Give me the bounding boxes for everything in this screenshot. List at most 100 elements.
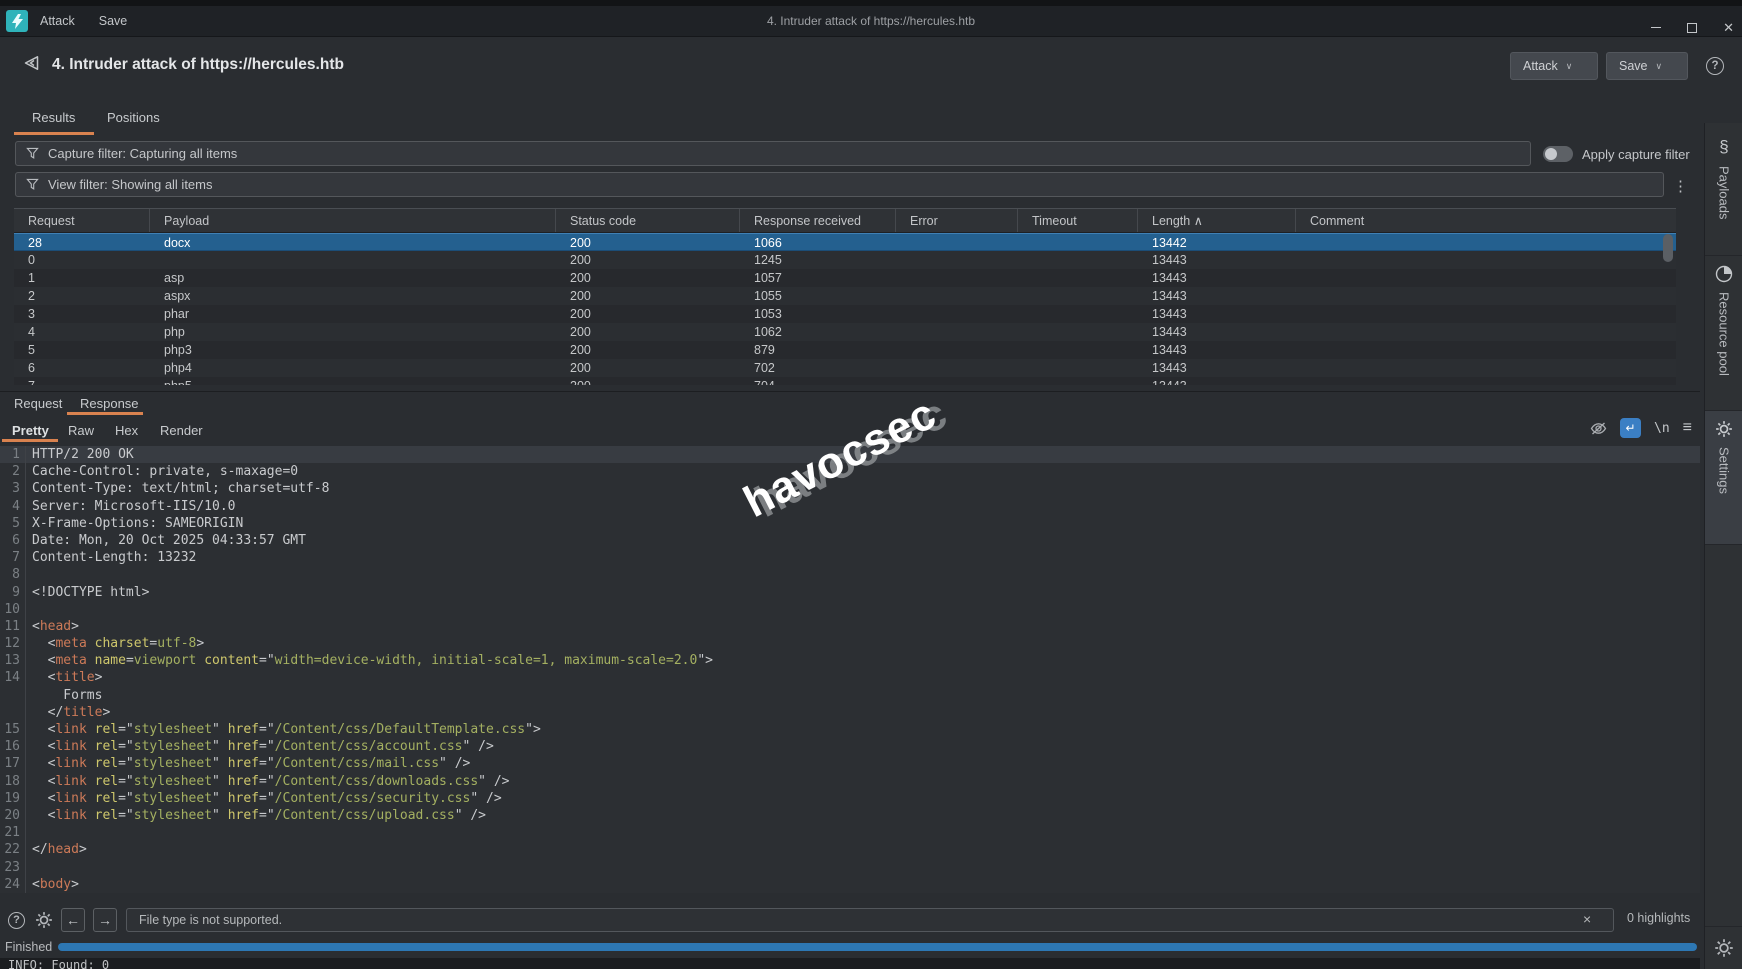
word-wrap-icon[interactable]: ↵	[1620, 418, 1641, 438]
table-row[interactable]: 2aspx200105513443	[14, 287, 1676, 305]
results-table: RequestPayloadStatus codeResponse receiv…	[14, 208, 1676, 385]
code-line: 20 <link rel="stylesheet" href="/Content…	[0, 807, 1700, 824]
help-icon[interactable]: ?	[1706, 57, 1724, 75]
code-line: 24<body>	[0, 876, 1700, 893]
tab-raw[interactable]: Raw	[68, 423, 94, 438]
save-button[interactable]: Save ∨	[1606, 52, 1688, 80]
cell-request: 6	[14, 359, 150, 377]
table-row[interactable]: 1asp200105713443	[14, 269, 1676, 287]
line-number: 2	[0, 463, 26, 480]
column-header-response-received[interactable]: Response received	[740, 209, 896, 232]
line-number: 16	[0, 738, 26, 755]
tab-hex[interactable]: Hex	[115, 423, 138, 438]
line-number: 19	[0, 790, 26, 807]
table-row[interactable]: 6php420070213443	[14, 359, 1676, 377]
cell-comment	[1296, 377, 1672, 385]
tab-response[interactable]: Response	[80, 396, 139, 411]
line-number: 8	[0, 566, 26, 583]
line-number: 11	[0, 618, 26, 635]
code-line: 4Server: Microsoft-IIS/10.0	[0, 498, 1700, 515]
divider	[1705, 926, 1742, 927]
code-line: 22</head>	[0, 841, 1700, 858]
sidebar-tab-label: Settings	[1717, 447, 1732, 494]
cell-error	[896, 305, 1018, 323]
attack-button[interactable]: Attack ∨	[1510, 52, 1598, 80]
prev-match-button[interactable]: ←	[61, 908, 85, 932]
cell-request: 28	[14, 234, 150, 250]
progress-bar	[58, 943, 1697, 951]
newline-icon[interactable]: \n	[1654, 421, 1670, 436]
search-settings-gear-icon[interactable]	[35, 911, 53, 929]
table-row[interactable]: 3phar200105313443	[14, 305, 1676, 323]
close-icon[interactable]: ✕	[1723, 21, 1734, 34]
tab-positions[interactable]: Positions	[107, 110, 160, 125]
results-table-header: RequestPayloadStatus codeResponse receiv…	[14, 209, 1676, 233]
column-header-error[interactable]: Error	[896, 209, 1018, 232]
cell-length: 13443	[1138, 269, 1296, 287]
response-code-area[interactable]: 1HTTP/2 200 OK2Cache-Control: private, s…	[0, 446, 1700, 893]
kebab-menu-icon[interactable]: ⋮	[1673, 177, 1688, 195]
table-scrollbar[interactable]	[1663, 234, 1673, 262]
menu-save[interactable]: Save	[87, 6, 140, 37]
active-tab-underline	[2, 439, 58, 442]
cell-payload: php	[150, 323, 556, 341]
sidebar-tab-label: Payloads	[1717, 166, 1732, 219]
hide-eye-icon[interactable]	[1590, 421, 1607, 436]
table-row[interactable]: 5php320087913443	[14, 341, 1676, 359]
next-match-button[interactable]: →	[93, 908, 117, 932]
code-line: 13 <meta name=viewport content="width=de…	[0, 652, 1700, 669]
status-label: Finished	[5, 940, 52, 954]
cell-error	[896, 377, 1018, 385]
cell-length: 13443	[1138, 377, 1296, 385]
capture-filter-bar[interactable]: Capture filter: Capturing all items	[15, 141, 1531, 166]
code-line: 7Content-Length: 13232	[0, 549, 1700, 566]
settings-gear-icon[interactable]	[1714, 938, 1734, 958]
column-header-status-code[interactable]: Status code	[556, 209, 740, 232]
line-number: 6	[0, 532, 26, 549]
clear-search-icon[interactable]: ×	[1583, 911, 1591, 927]
table-row[interactable]: 4php200106213443	[14, 323, 1676, 341]
column-header-length[interactable]: Length ∧	[1138, 209, 1296, 232]
code-line: 17 <link rel="stylesheet" href="/Content…	[0, 755, 1700, 772]
cell-error	[896, 287, 1018, 305]
active-tab-underline	[67, 412, 143, 415]
minimize-icon[interactable]	[1651, 27, 1661, 29]
cell-response_received: 1053	[740, 305, 896, 323]
back-arrow-icon[interactable]	[22, 53, 42, 73]
tab-results[interactable]: Results	[32, 110, 75, 125]
log-line: INFO: Found: 0	[0, 958, 1700, 969]
capture-filter-label: Capture filter: Capturing all items	[48, 146, 237, 161]
cell-payload: php4	[150, 359, 556, 377]
search-input[interactable]	[126, 908, 1614, 932]
cell-error	[896, 251, 1018, 269]
cell-payload	[150, 251, 556, 269]
resource-pool-icon	[1715, 265, 1733, 283]
column-header-payload[interactable]: Payload	[150, 209, 556, 232]
sidebar-tab-settings[interactable]: Settings	[1705, 410, 1742, 545]
search-help-icon[interactable]: ?	[8, 912, 25, 929]
tab-request[interactable]: Request	[14, 396, 62, 411]
cell-comment	[1296, 251, 1672, 269]
line-number: 23	[0, 859, 26, 876]
cell-response_received: 702	[740, 359, 896, 377]
view-filter-bar[interactable]: View filter: Showing all items	[15, 172, 1664, 197]
table-row[interactable]: 28docx200106613442	[14, 233, 1676, 251]
sidebar-tab-payloads[interactable]: § Payloads	[1705, 137, 1742, 219]
code-line: 8	[0, 566, 1700, 583]
cell-status_code: 200	[556, 377, 740, 385]
tab-pretty[interactable]: Pretty	[12, 423, 49, 438]
column-header-timeout[interactable]: Timeout	[1018, 209, 1138, 232]
menu-attack[interactable]: Attack	[28, 6, 87, 37]
hamburger-menu-icon[interactable]: ≡	[1683, 419, 1692, 437]
sidebar-tab-resource-pool[interactable]: Resource pool	[1705, 265, 1742, 376]
column-header-comment[interactable]: Comment	[1296, 209, 1672, 232]
column-header-request[interactable]: Request	[14, 209, 150, 232]
table-row[interactable]: 0200124513443	[14, 251, 1676, 269]
table-row[interactable]: 7php520070413443	[14, 377, 1676, 385]
apply-capture-filter-toggle[interactable]	[1543, 146, 1573, 162]
code-line: 19 <link rel="stylesheet" href="/Content…	[0, 790, 1700, 807]
maximize-icon[interactable]	[1687, 23, 1697, 33]
cell-response_received: 1057	[740, 269, 896, 287]
cell-timeout	[1018, 323, 1138, 341]
tab-render[interactable]: Render	[160, 423, 203, 438]
